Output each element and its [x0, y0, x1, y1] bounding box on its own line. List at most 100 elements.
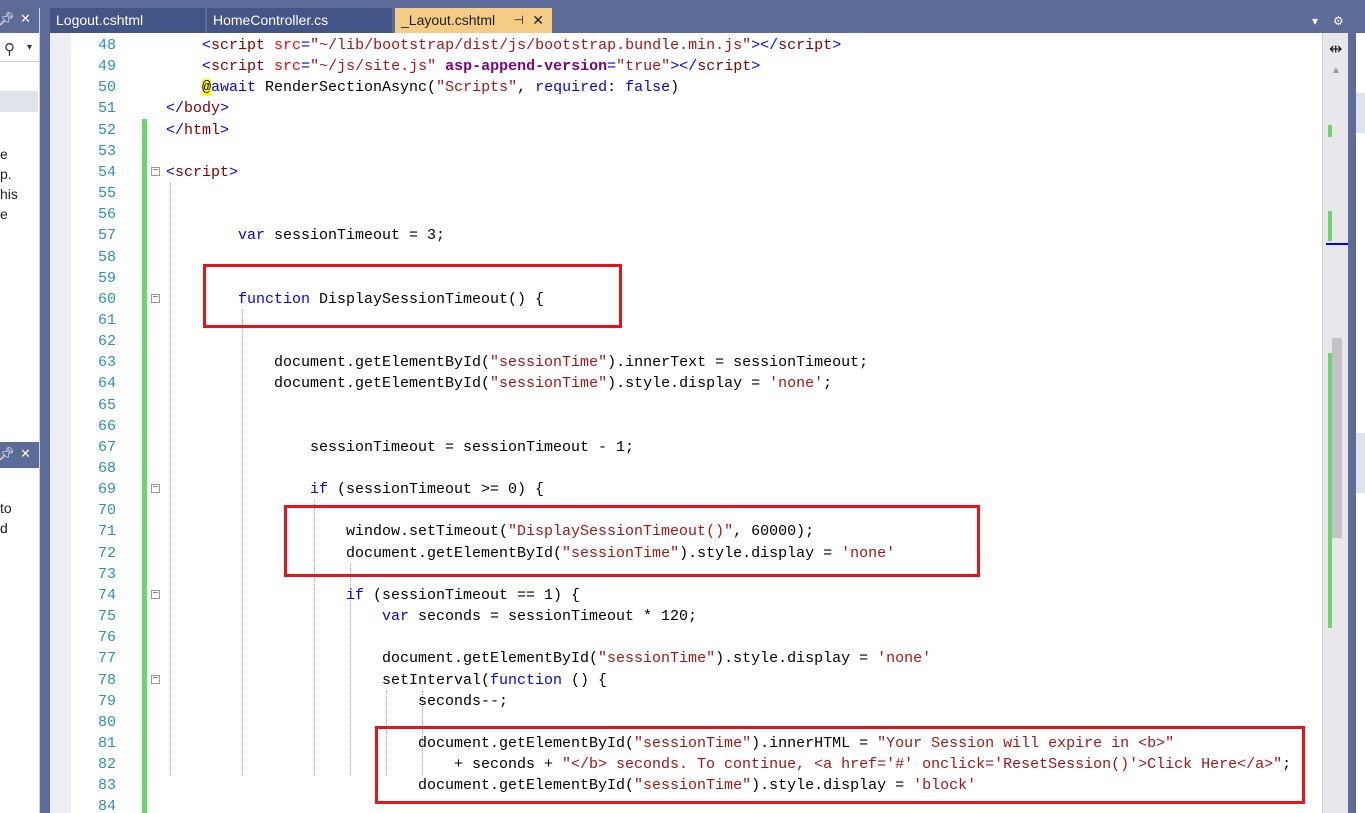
collapse-icon[interactable]: − [151, 674, 160, 684]
code-line[interactable]: 64 document.getElementById("sessionTime")… [50, 373, 1322, 394]
collapse-icon[interactable]: − [151, 589, 160, 599]
code-line[interactable]: 63 document.getElementById("sessionTime")… [50, 352, 1322, 373]
code-line[interactable]: 52 </html> [50, 120, 1322, 141]
code-editor[interactable]: 48 <script src="~/lib/bootstrap/dist/js/b… [50, 33, 1322, 813]
code-token: < [202, 37, 212, 54]
code-token: function [490, 671, 563, 689]
code-text: var sessionTimeout = 3; [238, 225, 445, 246]
code-line[interactable]: 69 − if (sessionTimeout >= 0) { [50, 479, 1322, 500]
highlight-box-innerhtml [375, 726, 1305, 804]
code-token: "sessionTime" [598, 650, 716, 668]
code-line[interactable]: 79 seconds--; [50, 691, 1322, 712]
code-text: </body> [166, 98, 229, 119]
collapse-icon[interactable]: − [151, 293, 160, 303]
code-token: "sessionTime" [490, 354, 608, 372]
line-number: 66 [97, 417, 116, 435]
tab-logout-cshtml[interactable]: Logout.cshtml [50, 8, 205, 33]
code-line[interactable]: 75 var seconds = sessionTimeout * 120; [50, 606, 1322, 627]
code-token: (sessionTimeout == 1) { [364, 586, 581, 604]
close-icon[interactable]: ✕ [20, 446, 31, 462]
line-number: 77 [97, 650, 116, 668]
line-number: 55 [97, 185, 116, 203]
code-line[interactable]: 74 − if (sessionTimeout == 1) { [50, 585, 1322, 606]
code-line[interactable]: 54 − <script> [50, 162, 1322, 183]
explorer-text-fragment: d [0, 520, 8, 536]
code-text: var seconds = sessionTimeout * 120; [382, 606, 697, 627]
scroll-up-icon[interactable]: ▲ [1331, 65, 1341, 76]
caret-marker [1326, 243, 1348, 245]
code-line[interactable]: 77 document.getElementById("sessionTime")… [50, 648, 1322, 669]
code-token: body [184, 100, 221, 118]
code-token: , [517, 79, 536, 97]
search-icon[interactable]: ⚲ [4, 40, 15, 58]
code-line[interactable]: 62 [50, 331, 1322, 352]
line-number: 54 [97, 163, 116, 181]
code-line[interactable]: 48 <script src="~/lib/bootstrap/dist/js/b… [50, 35, 1322, 56]
code-token: > [751, 58, 761, 76]
collapse-icon[interactable]: − [151, 484, 160, 494]
code-token: = [301, 58, 311, 76]
pane-search[interactable]: ⚲ ▾ [0, 39, 39, 62]
code-line[interactable]: 53 [50, 141, 1322, 162]
code-line[interactable]: 49 <script src="~/js/site.js" asp-append-… [50, 56, 1322, 77]
code-line[interactable]: 68 [50, 458, 1322, 479]
code-token: seconds = sessionTimeout * 120; [409, 608, 698, 626]
collapse-icon[interactable]: − [151, 166, 160, 176]
code-text: @await RenderSectionAsync("Scripts", req… [202, 77, 679, 98]
chevron-down-icon[interactable]: ▾ [1312, 14, 1318, 28]
line-number: 80 [97, 713, 116, 731]
code-text: </html> [166, 120, 229, 141]
code-token: if [310, 481, 329, 499]
highlight-box-settimeout [284, 505, 980, 577]
code-token: sessionTimeout = sessionTimeout - 1; [310, 438, 635, 456]
pin-icon[interactable]: 📌︎ [0, 11, 15, 27]
code-token: > [229, 163, 239, 181]
code-token: sessionTimeout = 3; [265, 227, 446, 245]
code-token: document.getElementById( [382, 650, 599, 668]
close-icon[interactable]: ✕ [532, 8, 544, 33]
code-line[interactable]: 56 [50, 204, 1322, 225]
tab-layout-cshtml[interactable]: _Layout.cshtml ⊣ ✕ [395, 8, 552, 33]
tab-homecontroller-cs[interactable]: HomeController.cs [207, 8, 392, 33]
close-icon[interactable]: ✕ [20, 11, 31, 27]
code-line[interactable]: 67 sessionTimeout = sessionTimeout - 1; [50, 437, 1322, 458]
gear-icon[interactable]: ⚙ [1333, 14, 1344, 28]
chevron-down-icon[interactable]: ▾ [27, 42, 32, 53]
code-token: ></ [670, 58, 698, 76]
pin-icon[interactable]: 📌︎ [0, 446, 15, 462]
code-text: sessionTimeout = sessionTimeout - 1; [310, 437, 634, 458]
code-token: ) [670, 79, 680, 97]
code-line[interactable]: 65 [50, 395, 1322, 416]
explorer-text-fragment: to [0, 500, 12, 516]
code-token: </ [166, 100, 185, 118]
code-token: < [202, 58, 212, 76]
line-number: 61 [97, 311, 116, 329]
code-line[interactable]: 76 [50, 627, 1322, 648]
scroll-thumb[interactable] [1332, 338, 1342, 538]
line-number: 81 [97, 734, 116, 752]
code-line[interactable]: 78 − setInterval(function () { [50, 670, 1322, 691]
code-line[interactable]: 50 @await RenderSectionAsync("Scripts", r… [50, 77, 1322, 98]
line-number: 65 [97, 396, 116, 414]
code-text: document.getElementById("sessionTime").s… [382, 648, 931, 669]
tab-label: Logout.cshtml [56, 12, 144, 28]
code-token: @ [202, 79, 212, 97]
line-number: 56 [97, 206, 116, 224]
code-token: 'none' [769, 375, 824, 393]
code-line[interactable]: 51 </body> [50, 98, 1322, 119]
selected-row[interactable] [0, 91, 38, 112]
code-token: if [346, 586, 365, 604]
line-number: 70 [97, 502, 116, 520]
code-line[interactable]: 57 var sessionTimeout = 3; [50, 225, 1322, 246]
split-window-icon[interactable]: ⇹ [1329, 39, 1342, 59]
pin-icon[interactable]: ⊣ [514, 8, 524, 33]
code-text: document.getElementById("sessionTime").i… [274, 352, 868, 373]
code-line[interactable]: 66 [50, 416, 1322, 437]
vertical-scrollbar[interactable]: ⇹ ▲ [1322, 33, 1349, 813]
code-text: document.getElementById("sessionTime").s… [274, 373, 832, 394]
code-line[interactable]: 55 [50, 183, 1322, 204]
line-number: 53 [97, 142, 116, 160]
code-token: asp-append-version [445, 58, 608, 76]
line-number: 82 [97, 756, 116, 774]
pane-header: 📌︎ ✕ [0, 8, 39, 33]
